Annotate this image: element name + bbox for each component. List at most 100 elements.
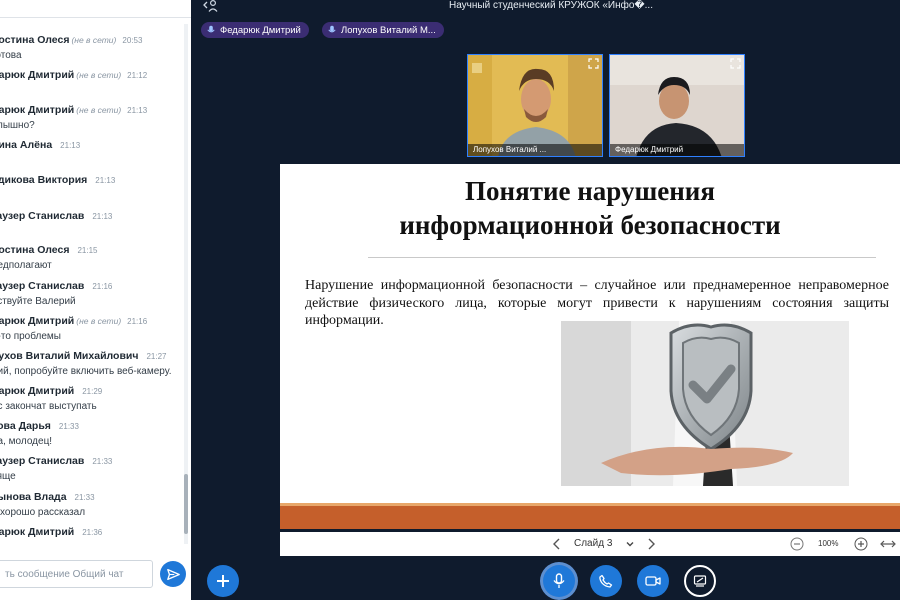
chat-message: гаузер Станислав 21:16 вствуйте Валерий — [0, 276, 184, 307]
chat-scrollbar[interactable] — [184, 24, 188, 544]
send-icon — [166, 568, 180, 580]
message-time: 21:16 — [92, 282, 113, 291]
slide-controls: Слайд 3 100% — [280, 532, 900, 556]
slide-selector-label[interactable]: Слайд 3 — [574, 538, 612, 549]
chat-message: ростина Олеся(не в сети) 20:53 готова — [0, 30, 184, 61]
message-time: 21:13 — [127, 106, 148, 115]
microphone-icon — [207, 25, 215, 33]
message-author: ростина Олеся — [0, 34, 70, 46]
microphone-icon — [553, 573, 565, 588]
phone-icon — [599, 574, 613, 588]
message-author: ростина Олеся — [0, 244, 70, 256]
webcam-feed-image — [610, 55, 744, 156]
chat-message: адикова Виктория 21:13 — [0, 170, 184, 190]
previous-slide-icon[interactable] — [550, 536, 564, 552]
microphone-button[interactable] — [543, 565, 575, 597]
slide-footer-bar — [280, 506, 900, 529]
message-author: дарюк Дмитрий — [0, 526, 75, 538]
message-author: гаузер Станислав — [0, 210, 85, 222]
fit-to-width-icon[interactable] — [880, 538, 896, 550]
presentation-area: Научный студенческий КРУЖОК «Инфо�... Фе… — [191, 0, 900, 600]
screen-share-icon — [693, 575, 707, 587]
message-author: нина Алёна — [0, 139, 53, 151]
message-time: 21:13 — [95, 176, 116, 185]
message-author: дарюк Дмитрий — [0, 315, 75, 327]
video-tile[interactable]: Федарюк Дмитрий — [609, 54, 745, 157]
camera-icon — [645, 576, 661, 586]
talking-indicator: Лопухов Виталий М... — [322, 22, 444, 38]
fullscreen-icon[interactable] — [588, 58, 599, 69]
talker-name: Лопухов Виталий М... — [341, 24, 436, 36]
message-text: о-то проблемы — [0, 331, 61, 342]
webcam-feed-image — [468, 55, 602, 156]
microphone-icon — [328, 25, 336, 33]
chat-message-input[interactable] — [0, 560, 153, 588]
chat-message: гаузер Станислав 21:33 тяще — [0, 451, 184, 482]
message-text: ас закончат выступать — [0, 401, 97, 412]
slide-divider — [368, 257, 876, 258]
message-author: гаузер Станислав — [0, 455, 85, 467]
talker-name: Федарюк Дмитрий — [220, 24, 301, 36]
chat-message: гаузер Станислав 21:13 — [0, 206, 184, 226]
message-author: кова Дарья — [0, 420, 51, 432]
message-text: редполагают — [0, 260, 52, 271]
message-time: 21:27 — [146, 352, 167, 361]
message-time: 21:13 — [92, 212, 113, 221]
chat-message: дарюк Дмитрий 21:36 — [0, 522, 184, 542]
chat-message: кова Дарья 21:33 ра, молодец! — [0, 416, 184, 447]
fullscreen-icon[interactable] — [730, 58, 741, 69]
webcam-button[interactable] — [637, 565, 669, 597]
chevron-down-icon[interactable] — [625, 539, 635, 549]
message-text: вствуйте Валерий — [0, 296, 76, 307]
message-text: тяще — [0, 471, 16, 482]
video-tile[interactable]: Лопухов Виталий ... — [467, 54, 603, 157]
presentation-slide: Понятие нарушения информационной безопас… — [280, 164, 900, 529]
zoom-out-icon[interactable] — [790, 537, 804, 551]
message-author: тынова Влада — [0, 491, 67, 503]
meeting-title: Научный студенческий КРУЖОК «Инфо�... — [448, 0, 653, 11]
actions-button[interactable] — [207, 565, 239, 597]
chat-message: дарюк Дмитрий(не в сети) 21:16 о-то пробл… — [0, 311, 184, 342]
message-text: ь хорошо рассказал — [0, 507, 86, 518]
message-text: рий, попробуйте включить веб-камеру. — [0, 366, 172, 377]
message-time: 21:16 — [127, 317, 148, 326]
message-text: готова — [0, 50, 22, 61]
message-author: дарюк Дмитрий — [0, 69, 75, 81]
chat-message: дарюк Дмитрий(не в сети) 21:12 з — [0, 65, 184, 96]
message-text: ра, молодец! — [0, 436, 53, 447]
message-time: 21:12 — [127, 71, 148, 80]
message-author: дарюк Дмитрий — [0, 385, 75, 397]
message-time: 21:29 — [82, 387, 103, 396]
message-time: 21:33 — [74, 493, 95, 502]
screen-share-button[interactable] — [684, 565, 716, 597]
slide-title: Понятие нарушения информационной безопас… — [280, 174, 900, 242]
zoom-in-icon[interactable] — [854, 537, 868, 551]
chat-scrollbar-thumb[interactable] — [184, 474, 188, 534]
slide-title-line: Понятие нарушения — [465, 176, 715, 206]
chat-message: дарюк Дмитрий(не в сети) 21:13 слышно? — [0, 100, 184, 131]
send-message-button[interactable] — [160, 561, 186, 587]
video-participant-name: Лопухов Виталий ... — [468, 144, 602, 156]
plus-icon — [217, 575, 229, 587]
audio-phone-button[interactable] — [590, 565, 622, 597]
chat-panel: ростина Олеся(не в сети)20:53 готова дар… — [0, 0, 191, 600]
video-participant-name: Федарюк Дмитрий — [610, 144, 744, 156]
next-slide-icon[interactable] — [644, 536, 658, 552]
user-list-icon[interactable] — [203, 0, 219, 12]
message-author: пухов Виталий Михайлович — [0, 350, 139, 362]
message-text: з — [0, 85, 184, 96]
message-time: 21:36 — [82, 528, 103, 537]
message-time: 21:15 — [77, 246, 98, 255]
chat-message: дарюк Дмитрий 21:29 ас закончат выступать — [0, 381, 184, 412]
chat-message: тынова Влада 21:33 ь хорошо рассказал — [0, 487, 184, 518]
message-time: 21:33 — [92, 457, 113, 466]
security-shield-image — [561, 321, 849, 486]
talking-indicator: Федарюк Дмитрий — [201, 22, 309, 38]
message-time: 21:13 — [60, 141, 81, 150]
chat-message: ростина Олеся 21:15 редполагают — [0, 240, 184, 271]
message-time: 20:53 — [122, 36, 143, 45]
chat-messages: ростина Олеся(не в сети)20:53 готова дар… — [0, 24, 184, 544]
message-text: слышно? — [0, 120, 35, 131]
chat-header — [0, 0, 191, 18]
message-author: гаузер Станислав — [0, 280, 85, 292]
